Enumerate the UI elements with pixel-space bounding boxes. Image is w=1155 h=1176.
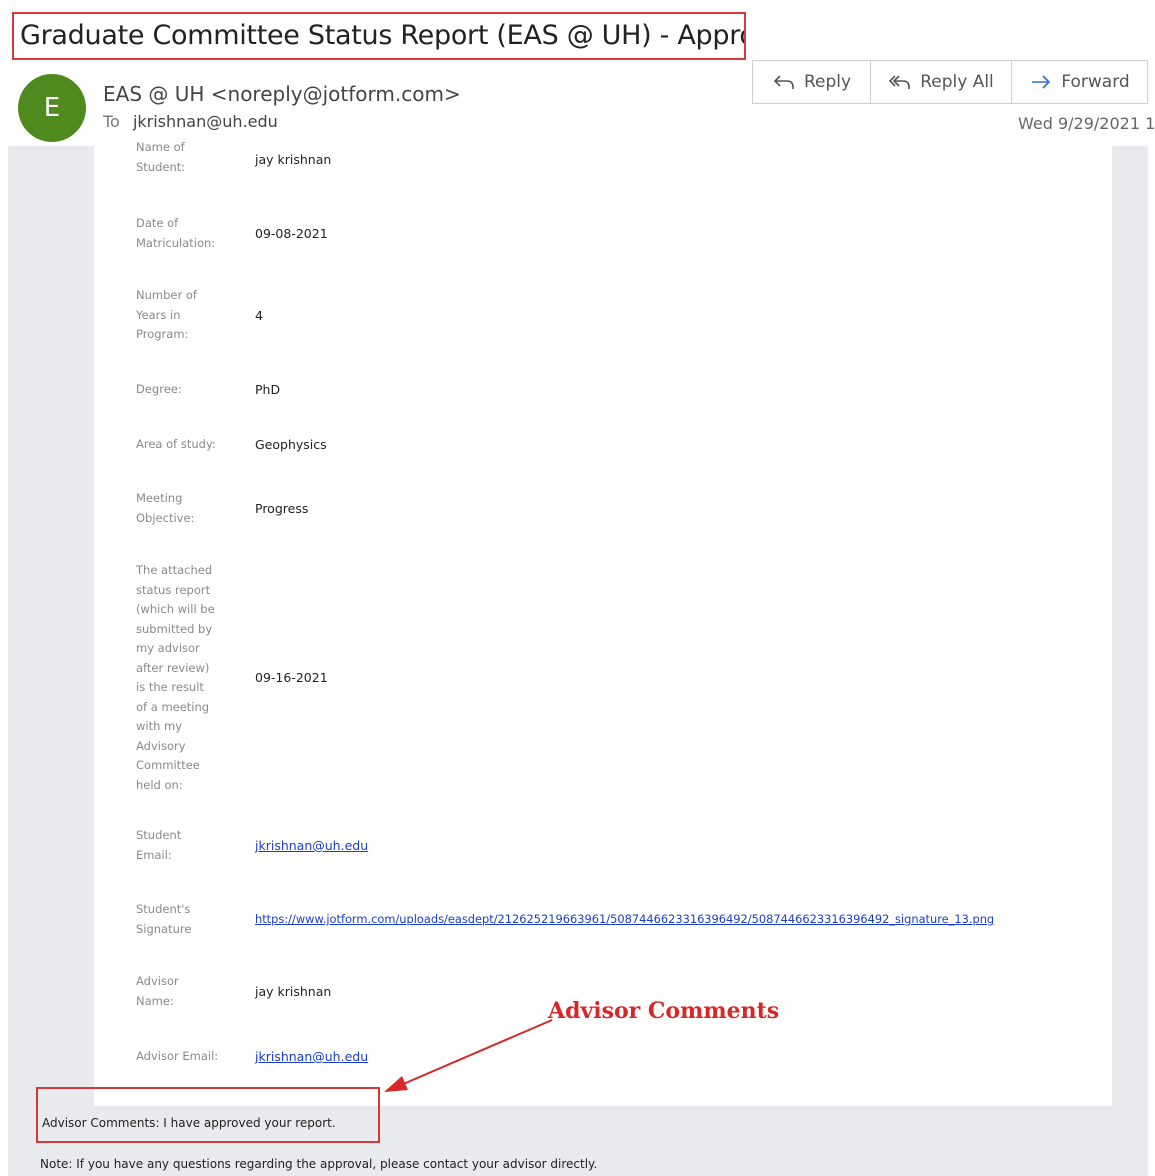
field-value: jay krishnan xyxy=(255,152,332,167)
recipient-address[interactable]: jkrishnan@uh.edu xyxy=(133,112,278,131)
recipient-line: To jkrishnan@uh.edu xyxy=(103,112,278,131)
annotation-label: Advisor Comments xyxy=(548,998,780,1024)
field-value: 4 xyxy=(255,308,263,323)
reply-button[interactable]: Reply xyxy=(753,61,871,103)
field-label: Number of Years in Program: xyxy=(136,288,197,341)
sender-avatar[interactable]: E xyxy=(18,74,86,142)
advisor-comments-box: Advisor Comments: I have approved your r… xyxy=(36,1087,380,1143)
field-label: Meeting Objective: xyxy=(136,491,195,525)
reply-all-label: Reply All xyxy=(920,72,994,92)
field-label: The attached status report (which will b… xyxy=(136,563,215,792)
forward-label: Forward xyxy=(1061,72,1130,92)
field-value: jay krishnan xyxy=(255,984,332,999)
reply-all-button[interactable]: Reply All xyxy=(871,61,1012,103)
reply-icon xyxy=(773,75,794,89)
reply-label: Reply xyxy=(803,72,852,92)
field-label: Area of study: xyxy=(136,437,216,451)
signature-link[interactable]: https://www.jotform.com/uploads/easdept/… xyxy=(255,912,994,926)
forward-arrow-icon xyxy=(1032,75,1051,89)
to-label: To xyxy=(103,112,120,131)
field-label: Degree: xyxy=(136,382,182,396)
reply-all-icon xyxy=(889,75,911,89)
received-date: Wed 9/29/2021 12 xyxy=(1018,114,1155,133)
field-value: Geophysics xyxy=(255,437,327,452)
email-subject: Graduate Committee Status Report (EAS @ … xyxy=(12,12,746,60)
field-label: Name of Student: xyxy=(136,140,186,174)
message-actions: Reply Reply All Forward xyxy=(752,60,1148,104)
student-email-link[interactable]: jkrishnan@uh.edu xyxy=(255,838,368,853)
advisor-email-link[interactable]: jkrishnan@uh.edu xyxy=(255,1049,368,1064)
field-label: Student Email: xyxy=(136,828,182,862)
footer-note: Note: If you have any questions regardin… xyxy=(40,1157,598,1171)
field-value: 09-08-2021 xyxy=(255,226,328,241)
field-label: Date of Matriculation: xyxy=(136,216,216,250)
sender-name[interactable]: EAS @ UH <noreply@jotform.com> xyxy=(103,82,461,106)
field-label: Student's Signature xyxy=(136,902,192,936)
field-value: Progress xyxy=(255,501,309,516)
field-label: Advisor Name: xyxy=(136,974,179,1008)
form-submission-card xyxy=(94,146,1112,1106)
field-label: Advisor Email: xyxy=(136,1049,219,1063)
field-value: PhD xyxy=(255,382,281,397)
forward-button[interactable]: Forward xyxy=(1012,61,1147,103)
annotation-arrow-icon xyxy=(384,1019,553,1092)
field-value: 09-16-2021 xyxy=(255,670,328,685)
